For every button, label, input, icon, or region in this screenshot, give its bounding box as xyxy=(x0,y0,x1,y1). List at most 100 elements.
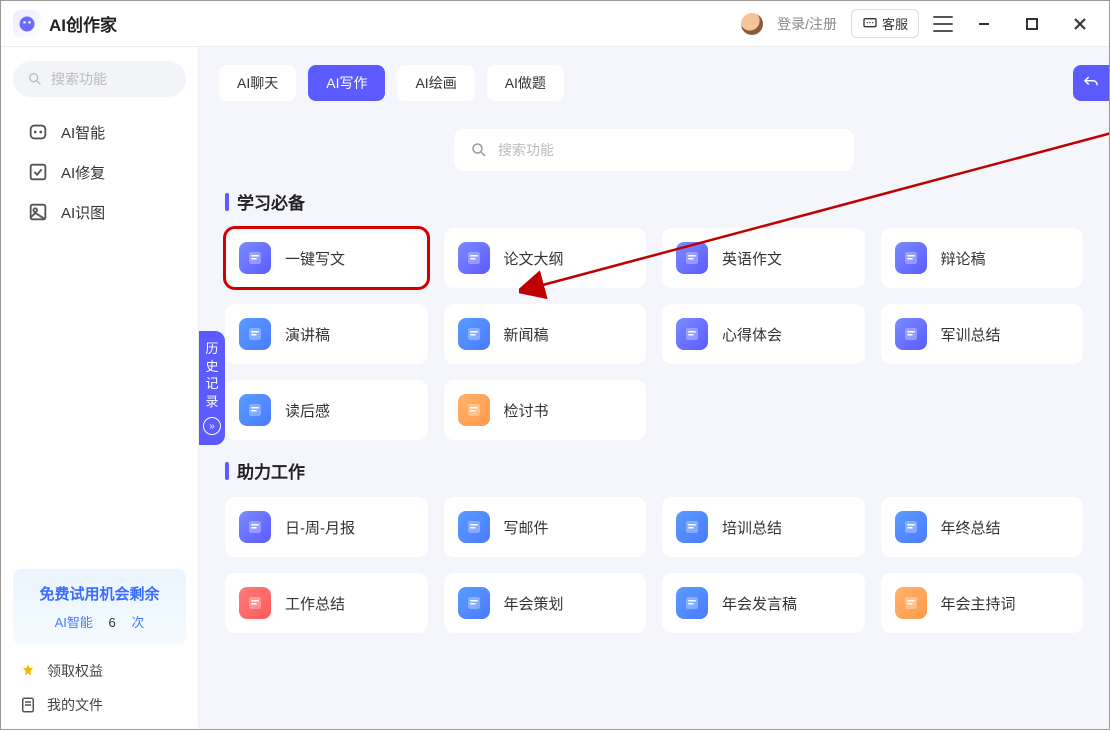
section-title: 助力工作 xyxy=(225,458,1083,483)
sidebar-search[interactable]: 搜索功能 xyxy=(13,61,186,97)
card-label: 心得体会 xyxy=(722,324,782,345)
tab[interactable]: AI做题 xyxy=(487,65,564,101)
card-label: 年终总结 xyxy=(941,517,1001,538)
card-label: 英语作文 xyxy=(722,248,782,269)
chat-icon xyxy=(862,16,878,32)
bottom-link[interactable]: 领取权益 xyxy=(19,661,186,681)
sidebar-item[interactable]: AI修复 xyxy=(27,161,186,183)
nav-icon xyxy=(27,201,49,223)
card-label: 读后感 xyxy=(285,400,330,421)
card-icon xyxy=(895,242,927,274)
section: 助力工作日-周-月报 写邮件 培训总结 年终总结工作总结 年会策划 年会发言稿 年会主持词 xyxy=(199,440,1109,633)
feature-card[interactable]: 日-周-月报 xyxy=(225,497,428,557)
app-title: AI创作家 xyxy=(49,11,117,36)
card-icon xyxy=(239,242,271,274)
tab[interactable]: AI聊天 xyxy=(219,65,296,101)
card-label: 年会主持词 xyxy=(941,593,1016,614)
feature-card[interactable]: 军训总结 xyxy=(881,304,1084,364)
feature-card[interactable]: 写邮件 xyxy=(444,497,647,557)
sidebar-search-placeholder: 搜索功能 xyxy=(51,69,107,89)
main: AI聊天 AI写作 AI绘画 AI做题 搜索功能 学习必备一键写文 论文大纲 英语作文 辩论… xyxy=(199,47,1109,729)
card-icon xyxy=(458,587,490,619)
link-icon xyxy=(19,696,37,714)
minimize-button[interactable] xyxy=(967,7,1001,41)
feature-card[interactable]: 辩论稿 xyxy=(881,228,1084,288)
history-tab[interactable]: 历史记录» xyxy=(199,331,225,445)
card-icon xyxy=(239,394,271,426)
card-icon xyxy=(895,511,927,543)
card-label: 年会策划 xyxy=(504,593,564,614)
undo-button[interactable] xyxy=(1073,65,1109,101)
link-label: 我的文件 xyxy=(47,695,103,715)
card-icon xyxy=(676,242,708,274)
card-icon xyxy=(676,318,708,350)
link-icon xyxy=(19,662,37,680)
card-icon xyxy=(676,511,708,543)
feature-card[interactable]: 心得体会 xyxy=(662,304,865,364)
card-label: 军训总结 xyxy=(941,324,1001,345)
feature-card[interactable]: 英语作文 xyxy=(662,228,865,288)
feature-card[interactable]: 读后感 xyxy=(225,380,428,440)
feature-card[interactable]: 检讨书 xyxy=(444,380,647,440)
card-label: 年会发言稿 xyxy=(722,593,797,614)
avatar[interactable] xyxy=(741,13,763,35)
feature-card[interactable]: 年终总结 xyxy=(881,497,1084,557)
card-label: 辩论稿 xyxy=(941,248,986,269)
card-icon xyxy=(458,242,490,274)
card-icon xyxy=(239,318,271,350)
card-icon xyxy=(895,318,927,350)
section-title: 学习必备 xyxy=(225,189,1083,214)
feature-card[interactable]: 论文大纲 xyxy=(444,228,647,288)
nav-icon xyxy=(27,121,49,143)
titlebar: AI创作家 登录/注册 客服 xyxy=(1,1,1109,47)
trial-title: 免费试用机会剩余 xyxy=(23,583,176,604)
feature-card[interactable]: 演讲稿 xyxy=(225,304,428,364)
menu-button[interactable] xyxy=(933,16,953,32)
feature-card[interactable]: 新闻稿 xyxy=(444,304,647,364)
card-label: 演讲稿 xyxy=(285,324,330,345)
nav-label: AI修复 xyxy=(61,162,105,183)
card-icon xyxy=(239,587,271,619)
card-label: 论文大纲 xyxy=(504,248,564,269)
sidebar: 搜索功能 AI智能 AI修复 AI识图 免费试用机会剩余 AI智能 6 次 领取权益… xyxy=(1,47,199,729)
feature-card[interactable]: 一键写文 xyxy=(225,228,428,288)
card-label: 写邮件 xyxy=(504,517,549,538)
card-icon xyxy=(458,511,490,543)
card-icon xyxy=(895,587,927,619)
search-icon xyxy=(27,71,43,87)
feature-card[interactable]: 年会主持词 xyxy=(881,573,1084,633)
tab[interactable]: AI写作 xyxy=(308,65,385,101)
card-icon xyxy=(458,318,490,350)
login-link[interactable]: 登录/注册 xyxy=(777,14,837,34)
link-label: 领取权益 xyxy=(47,661,103,681)
close-button[interactable] xyxy=(1063,7,1097,41)
center-search-placeholder: 搜索功能 xyxy=(498,140,554,160)
tab-row: AI聊天 AI写作 AI绘画 AI做题 xyxy=(199,47,1109,111)
nav-label: AI智能 xyxy=(61,122,105,143)
app-logo xyxy=(13,10,41,38)
center-search[interactable]: 搜索功能 xyxy=(454,129,854,171)
sidebar-item[interactable]: AI智能 xyxy=(27,121,186,143)
card-label: 工作总结 xyxy=(285,593,345,614)
support-label: 客服 xyxy=(882,14,908,33)
nav-icon xyxy=(27,161,49,183)
feature-card[interactable]: 工作总结 xyxy=(225,573,428,633)
card-label: 日-周-月报 xyxy=(285,517,355,538)
feature-card[interactable]: 培训总结 xyxy=(662,497,865,557)
feature-card[interactable]: 年会策划 xyxy=(444,573,647,633)
trial-card[interactable]: 免费试用机会剩余 AI智能 6 次 xyxy=(13,569,186,645)
search-icon xyxy=(470,141,488,159)
nav-label: AI识图 xyxy=(61,202,105,223)
card-label: 新闻稿 xyxy=(504,324,549,345)
sidebar-item[interactable]: AI识图 xyxy=(27,201,186,223)
card-icon xyxy=(239,511,271,543)
card-icon xyxy=(676,587,708,619)
bottom-link[interactable]: 我的文件 xyxy=(19,695,186,715)
card-icon xyxy=(458,394,490,426)
chevron-down-icon: » xyxy=(203,417,221,435)
tab[interactable]: AI绘画 xyxy=(397,65,474,101)
support-button[interactable]: 客服 xyxy=(851,9,919,38)
feature-card[interactable]: 年会发言稿 xyxy=(662,573,865,633)
maximize-button[interactable] xyxy=(1015,7,1049,41)
section: 学习必备一键写文 论文大纲 英语作文 辩论稿演讲稿 新闻稿 心得体会 军训总结读后感 检讨书 xyxy=(199,171,1109,440)
